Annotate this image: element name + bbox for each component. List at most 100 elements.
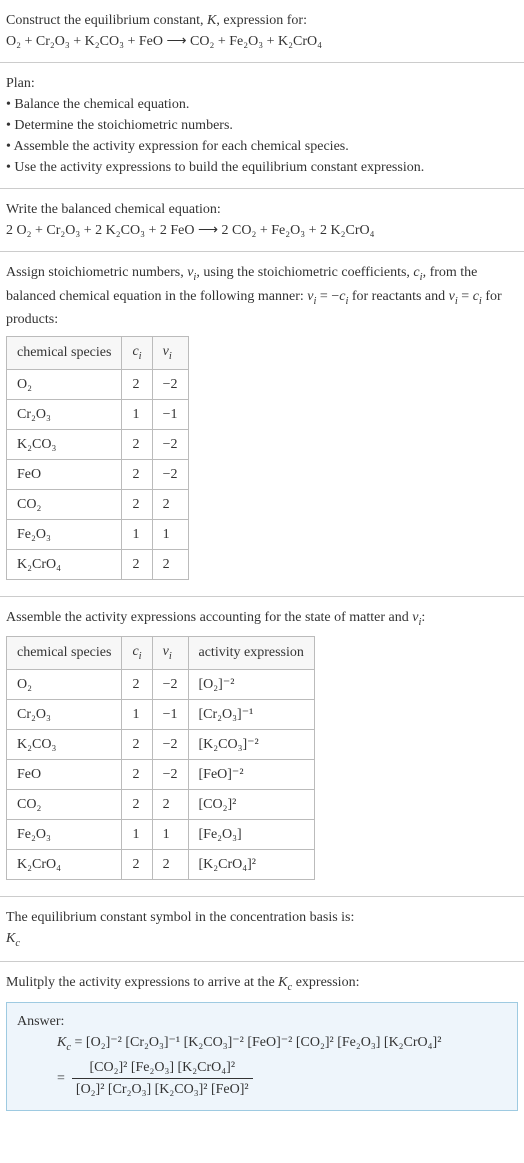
cell-species: Cr₂O₃ [7, 699, 122, 729]
table-row: K₂CO₃2−2 [7, 429, 189, 459]
activity-table: chemical species ci νi activity expressi… [6, 636, 315, 880]
cell-c: 2 [122, 849, 152, 879]
prompt-line1: Construct the equilibrium constant, K, e… [6, 10, 518, 31]
answer-expression: Kc = [O₂]⁻² [Cr₂O₃]⁻¹ [K₂CO₃]⁻² [FeO]⁻² … [17, 1032, 507, 1103]
cell-species: K₂CrO₄ [7, 849, 122, 879]
table-row: Fe₂O₃11[Fe₂O₃] [7, 819, 315, 849]
col-vi: νi [152, 337, 188, 370]
cell-c: 1 [122, 399, 152, 429]
plan-section: Plan: • Balance the chemical equation. •… [0, 63, 524, 189]
cell-c: 2 [122, 669, 152, 699]
cell-c: 2 [122, 789, 152, 819]
cell-expr: [CO₂]² [188, 789, 314, 819]
cell-c: 1 [122, 819, 152, 849]
cell-species: Fe₂O₃ [7, 519, 122, 549]
cell-species: O₂ [7, 369, 122, 399]
plan-item: • Assemble the activity expression for e… [6, 136, 518, 157]
multiply-section: Mulitply the activity expressions to arr… [0, 962, 524, 1131]
cell-c: 1 [122, 519, 152, 549]
cell-v: 2 [152, 549, 188, 579]
table-row: K₂CO₃2−2[K₂CO₃]⁻² [7, 729, 315, 759]
table-row: FeO2−2[FeO]⁻² [7, 759, 315, 789]
answer-box: Answer: Kc = [O₂]⁻² [Cr₂O₃]⁻¹ [K₂CO₃]⁻² … [6, 1002, 518, 1112]
plan-item: • Determine the stoichiometric numbers. [6, 115, 518, 136]
cell-c: 2 [122, 729, 152, 759]
cell-species: O₂ [7, 669, 122, 699]
cell-species: K₂CO₃ [7, 729, 122, 759]
cell-species: K₂CO₃ [7, 429, 122, 459]
balanced-title: Write the balanced chemical equation: [6, 199, 518, 220]
assign-section: Assign stoichiometric numbers, νi, using… [0, 252, 524, 597]
cell-c: 2 [122, 429, 152, 459]
cell-v: 2 [152, 789, 188, 819]
cell-expr: [O₂]⁻² [188, 669, 314, 699]
plan-item-text: Use the activity expressions to build th… [14, 160, 424, 175]
answer-numerator: [CO₂]² [Fe₂O₃] [K₂CrO₄]² [72, 1057, 253, 1079]
answer-fraction: [CO₂]² [Fe₂O₃] [K₂CrO₄]² [O₂]² [Cr₂O₃] [… [72, 1057, 253, 1100]
cell-v: −2 [152, 729, 188, 759]
activity-title: Assemble the activity expressions accoun… [6, 607, 518, 631]
plan-item-text: Balance the chemical equation. [14, 97, 189, 112]
stoich-table: chemical species ci νi O₂2−2 Cr₂O₃1−1 K₂… [6, 336, 189, 580]
cell-v: 1 [152, 519, 188, 549]
symbol-kc: Kc [6, 928, 518, 952]
table-row: CO₂22[CO₂]² [7, 789, 315, 819]
cell-v: −2 [152, 369, 188, 399]
assign-text: Assign stoichiometric numbers, νi, using… [6, 262, 518, 330]
cell-expr: [K₂CO₃]⁻² [188, 729, 314, 759]
cell-v: −2 [152, 759, 188, 789]
cell-c: 2 [122, 489, 152, 519]
cell-v: 1 [152, 819, 188, 849]
cell-v: −2 [152, 459, 188, 489]
col-ci: ci [122, 337, 152, 370]
plan-item-text: Assemble the activity expression for eac… [14, 139, 349, 154]
col-vi: νi [152, 637, 188, 670]
plan-item: • Use the activity expressions to build … [6, 157, 518, 178]
table-row: Cr₂O₃1−1 [7, 399, 189, 429]
table-row: O₂2−2 [7, 369, 189, 399]
cell-v: −2 [152, 669, 188, 699]
balanced-section: Write the balanced chemical equation: 2 … [0, 189, 524, 252]
table-row: K₂CrO₄22 [7, 549, 189, 579]
cell-v: −1 [152, 699, 188, 729]
answer-label: Answer: [17, 1011, 507, 1032]
cell-expr: [K₂CrO₄]² [188, 849, 314, 879]
col-ci: ci [122, 637, 152, 670]
cell-v: −2 [152, 429, 188, 459]
cell-expr: [Cr₂O₃]⁻¹ [188, 699, 314, 729]
cell-species: Fe₂O₃ [7, 819, 122, 849]
cell-expr: [FeO]⁻² [188, 759, 314, 789]
plan-item-text: Determine the stoichiometric numbers. [14, 118, 233, 133]
prompt-equation: O₂ + Cr₂O₃ + K₂CO₃ + FeO ⟶ CO₂ + Fe₂O₃ +… [6, 31, 518, 52]
col-species: chemical species [7, 637, 122, 670]
col-species: chemical species [7, 337, 122, 370]
table-row: FeO2−2 [7, 459, 189, 489]
cell-c: 2 [122, 459, 152, 489]
multiply-title: Mulitply the activity expressions to arr… [6, 972, 518, 996]
cell-species: CO₂ [7, 489, 122, 519]
table-row: K₂CrO₄22[K₂CrO₄]² [7, 849, 315, 879]
table-header-row: chemical species ci νi [7, 337, 189, 370]
plan-title: Plan: [6, 73, 518, 94]
cell-c: 1 [122, 699, 152, 729]
cell-expr: [Fe₂O₃] [188, 819, 314, 849]
cell-species: FeO [7, 759, 122, 789]
cell-species: K₂CrO₄ [7, 549, 122, 579]
cell-species: FeO [7, 459, 122, 489]
symbol-section: The equilibrium constant symbol in the c… [0, 897, 524, 963]
table-row: CO₂22 [7, 489, 189, 519]
cell-species: CO₂ [7, 789, 122, 819]
symbol-line1: The equilibrium constant symbol in the c… [6, 907, 518, 928]
answer-flat: [O₂]⁻² [Cr₂O₃]⁻¹ [K₂CO₃]⁻² [FeO]⁻² [CO₂]… [86, 1035, 442, 1050]
table-row: Cr₂O₃1−1[Cr₂O₃]⁻¹ [7, 699, 315, 729]
cell-c: 2 [122, 369, 152, 399]
cell-v: 2 [152, 489, 188, 519]
cell-v: 2 [152, 849, 188, 879]
table-row: O₂2−2[O₂]⁻² [7, 669, 315, 699]
cell-v: −1 [152, 399, 188, 429]
table-row: Fe₂O₃11 [7, 519, 189, 549]
answer-denominator: [O₂]² [Cr₂O₃] [K₂CO₃]² [FeO]² [72, 1079, 253, 1100]
cell-c: 2 [122, 759, 152, 789]
activity-section: Assemble the activity expressions accoun… [0, 597, 524, 897]
plan-item: • Balance the chemical equation. [6, 94, 518, 115]
